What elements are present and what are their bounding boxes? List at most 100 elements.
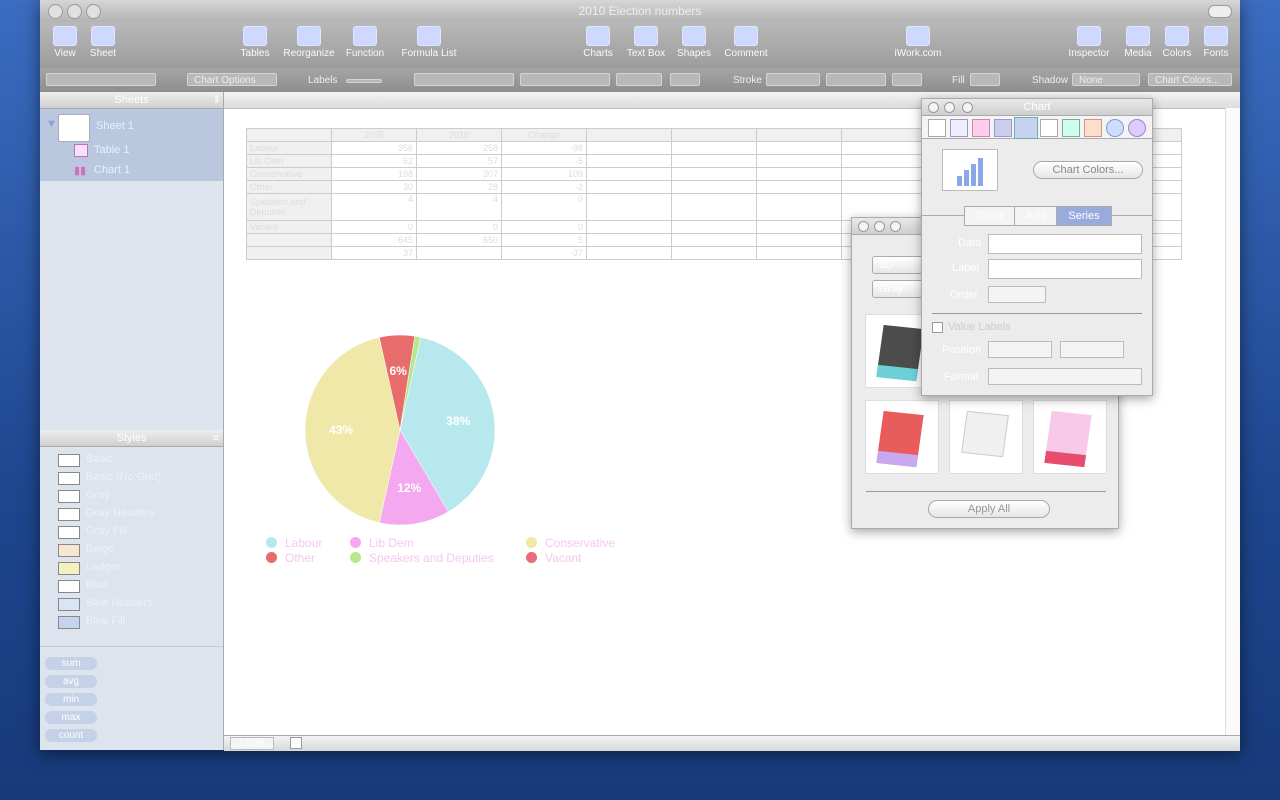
stroke-color-well[interactable] xyxy=(892,73,922,86)
graphic-inspector-icon[interactable] xyxy=(1062,119,1080,137)
table-cell[interactable]: 0 xyxy=(331,220,417,234)
texture-swatch[interactable] xyxy=(949,400,1023,474)
shapes-button[interactable]: Shapes xyxy=(674,26,714,59)
sidebar-item-chart[interactable]: Chart 1 xyxy=(94,164,130,176)
table-cell[interactable]: -37 xyxy=(501,246,587,260)
panel-close-button[interactable] xyxy=(858,221,869,232)
value-labels-checkbox[interactable] xyxy=(932,322,943,333)
inspector-close-button[interactable] xyxy=(928,102,939,113)
row-header-cell[interactable] xyxy=(246,233,332,247)
font-select[interactable] xyxy=(414,73,514,86)
avg-button[interactable]: avg xyxy=(45,675,97,688)
pie-chart[interactable]: 38% 12% 43% 6% xyxy=(300,330,500,530)
table-cell[interactable]: 30 xyxy=(331,180,417,194)
chart-colors-button[interactable]: Chart Colors... xyxy=(1148,73,1232,86)
inspector-chart-colors-button[interactable]: Chart Colors... xyxy=(1033,161,1143,179)
row-header-cell[interactable]: Lib Dem xyxy=(246,154,332,168)
text-box-button[interactable]: Text Box xyxy=(624,26,668,59)
zoom-select[interactable]: 125% xyxy=(230,737,274,750)
table-cell[interactable]: 0 xyxy=(416,220,502,234)
iwork-button[interactable]: iWork.com xyxy=(890,26,946,59)
header-cell[interactable]: 2005 xyxy=(331,128,417,142)
font-style-select[interactable] xyxy=(520,73,610,86)
style-item[interactable]: Blue xyxy=(40,577,223,595)
style-item[interactable]: Basic xyxy=(40,451,223,469)
sum-button[interactable]: sum xyxy=(45,657,97,670)
colors-button[interactable]: Colors xyxy=(1160,26,1194,59)
text-inspector-icon[interactable] xyxy=(1040,119,1058,137)
fonts-button[interactable]: Fonts xyxy=(1200,26,1232,59)
row-header-cell[interactable] xyxy=(246,246,332,260)
table-cell[interactable]: 307 xyxy=(416,167,502,181)
formula-list-button[interactable]: Formula List xyxy=(398,26,460,59)
row-header-cell[interactable]: Vacant xyxy=(246,220,332,234)
table-cell[interactable]: 109 xyxy=(501,167,587,181)
count-button[interactable]: count xyxy=(45,729,97,742)
panel-zoom-button[interactable] xyxy=(890,221,901,232)
style-item[interactable]: Blue Headers xyxy=(40,595,223,613)
row-header-cell[interactable]: Speakers and Deputies xyxy=(246,193,332,221)
table-cell[interactable]: 62 xyxy=(331,154,417,168)
row-header-cell[interactable]: Other xyxy=(246,180,332,194)
vertical-position-control[interactable] xyxy=(1060,341,1124,358)
sheet-inspector-icon[interactable] xyxy=(950,119,968,137)
table-cell[interactable]: 0 xyxy=(501,220,587,234)
header-cell[interactable] xyxy=(246,128,332,142)
header-cell[interactable]: Change xyxy=(501,128,587,142)
chart-type-button[interactable] xyxy=(942,149,998,191)
style-select[interactable] xyxy=(46,73,156,86)
page-view-icon[interactable] xyxy=(290,737,302,749)
texture-swatch[interactable] xyxy=(1033,400,1107,474)
hyperlink-inspector-icon[interactable] xyxy=(1106,119,1124,137)
texture-swatch[interactable] xyxy=(865,400,939,474)
media-button[interactable]: Media xyxy=(1122,26,1154,59)
data-field[interactable] xyxy=(988,234,1142,254)
apply-all-button[interactable]: Apply All xyxy=(928,500,1050,518)
format-select[interactable] xyxy=(988,368,1142,385)
text-color-well[interactable] xyxy=(670,73,700,86)
inspector-minimize-button[interactable] xyxy=(944,102,955,113)
table-cell[interactable]: 4 xyxy=(416,193,502,221)
fill-color-well[interactable] xyxy=(970,73,1000,86)
inspector-zoom-button[interactable] xyxy=(962,102,973,113)
label-field[interactable] xyxy=(988,259,1142,279)
header-cell[interactable]: 2010 xyxy=(416,128,502,142)
sheet-button[interactable]: Sheet xyxy=(87,26,119,59)
row-header-cell[interactable]: Conservative xyxy=(246,167,332,181)
min-button[interactable]: min xyxy=(45,693,97,706)
document-inspector-icon[interactable] xyxy=(928,119,946,137)
panel-minimize-button[interactable] xyxy=(874,221,885,232)
stroke-style-select[interactable] xyxy=(766,73,820,86)
table-cell[interactable]: 37 xyxy=(331,246,417,260)
tab-chart[interactable]: Chart xyxy=(964,206,1016,226)
sidebar-item-table[interactable]: Table 1 xyxy=(94,144,129,156)
table-cell[interactable]: -5 xyxy=(501,154,587,168)
chart-options-select[interactable]: Chart Options xyxy=(187,73,277,86)
view-button[interactable]: View xyxy=(50,26,80,59)
horizontal-position-control[interactable] xyxy=(988,341,1052,358)
max-button[interactable]: max xyxy=(45,711,97,724)
style-item[interactable]: Gray xyxy=(40,487,223,505)
style-item[interactable]: Beige xyxy=(40,541,223,559)
tables-button[interactable]: Tables xyxy=(237,26,273,59)
labels-slider[interactable] xyxy=(346,79,382,83)
tab-series[interactable]: Series xyxy=(1056,206,1112,226)
style-item[interactable]: Gray Fill xyxy=(40,523,223,541)
table-cell[interactable]: 28 xyxy=(416,180,502,194)
table-cell[interactable]: 356 xyxy=(331,141,417,155)
vertical-scrollbar[interactable] xyxy=(1225,108,1240,735)
reorganize-button[interactable]: Reorganize xyxy=(280,26,338,59)
order-stepper[interactable] xyxy=(988,286,1046,303)
style-item[interactable]: Basic (No Grid) xyxy=(40,469,223,487)
tab-axis[interactable]: Axis xyxy=(1014,206,1058,226)
shadow-select[interactable]: None xyxy=(1072,73,1140,86)
cell-format-inspector-icon[interactable] xyxy=(994,119,1012,137)
comment-button[interactable]: Comment xyxy=(721,26,771,59)
stroke-width-select[interactable] xyxy=(826,73,886,86)
table-cell[interactable] xyxy=(416,246,502,260)
chart-inspector-icon[interactable] xyxy=(1014,117,1038,139)
table-cell[interactable]: -98 xyxy=(501,141,587,155)
table-cell[interactable]: 258 xyxy=(416,141,502,155)
table-inspector-icon[interactable] xyxy=(972,119,990,137)
table-cell[interactable]: 645 xyxy=(331,233,417,247)
